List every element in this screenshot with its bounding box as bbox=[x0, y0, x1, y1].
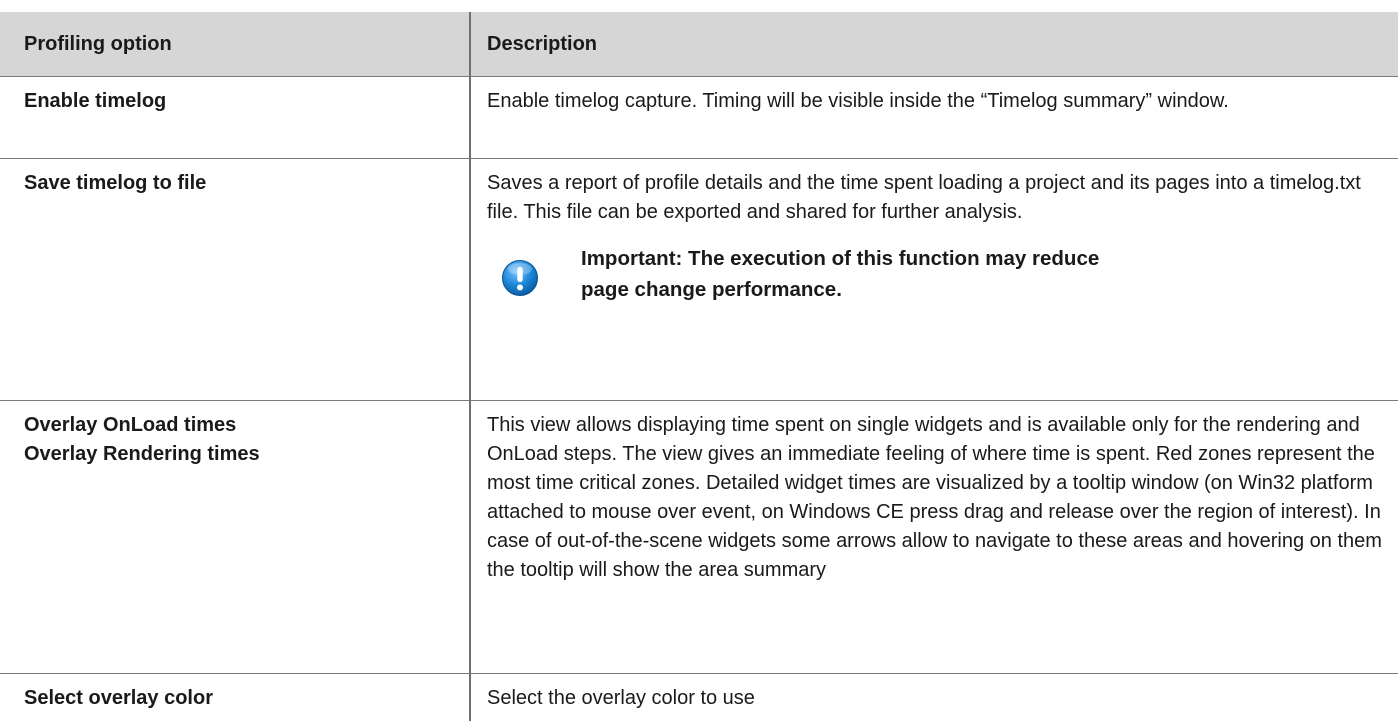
table-header-row: Profiling option Description bbox=[0, 6, 1398, 77]
important-note-text: Important: The execution of this functio… bbox=[581, 243, 1141, 305]
exclamation-info-icon bbox=[501, 259, 539, 297]
option-name: Overlay OnLoad times bbox=[24, 411, 445, 440]
table-row: Select overlay color Select the overlay … bbox=[0, 674, 1398, 721]
option-name: Enable timelog bbox=[24, 87, 445, 116]
profiling-options-table: Profiling option Description Enable time… bbox=[0, 0, 1398, 721]
option-name: Overlay Rendering times bbox=[24, 440, 445, 469]
option-name: Save timelog to file bbox=[24, 169, 445, 198]
option-cell: Save timelog to file bbox=[0, 159, 470, 401]
header-description: Description bbox=[470, 6, 1398, 77]
table-row: Save timelog to file Saves a report of p… bbox=[0, 159, 1398, 401]
option-cell: Enable timelog bbox=[0, 77, 470, 159]
important-note: Important: The execution of this functio… bbox=[487, 243, 1390, 305]
option-cell: Overlay OnLoad times Overlay Rendering t… bbox=[0, 401, 470, 674]
description-text: Saves a report of profile details and th… bbox=[487, 169, 1390, 227]
table-row: Enable timelog Enable timelog capture. T… bbox=[0, 77, 1398, 159]
description-cell: This view allows displaying time spent o… bbox=[470, 401, 1398, 674]
option-name: Select overlay color bbox=[24, 684, 445, 713]
description-cell: Enable timelog capture. Timing will be v… bbox=[470, 77, 1398, 159]
description-cell: Select the overlay color to use bbox=[470, 674, 1398, 721]
table-row: Overlay OnLoad times Overlay Rendering t… bbox=[0, 401, 1398, 674]
description-cell: Saves a report of profile details and th… bbox=[470, 159, 1398, 401]
option-cell: Select overlay color bbox=[0, 674, 470, 721]
header-profiling-option: Profiling option bbox=[0, 6, 470, 77]
